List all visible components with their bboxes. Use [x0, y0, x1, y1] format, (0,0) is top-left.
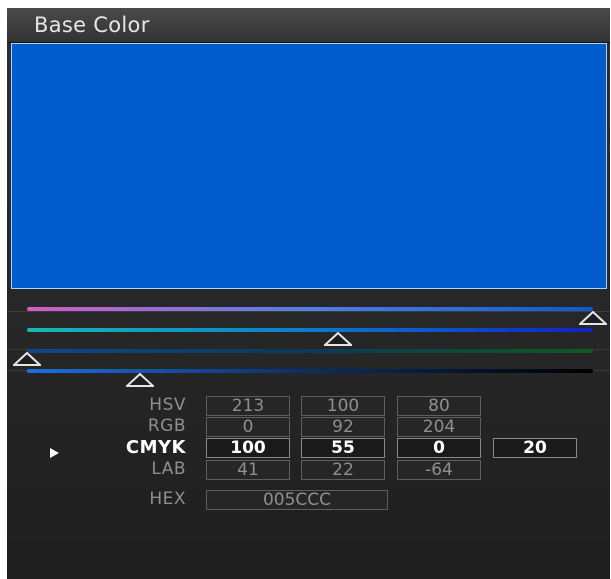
rgb-b-field[interactable]	[397, 417, 481, 437]
lab-a-field[interactable]	[301, 460, 385, 480]
slider-key-track[interactable]	[27, 369, 593, 373]
slider-key-thumb-icon[interactable]	[126, 373, 155, 387]
hsv-h-field[interactable]	[206, 396, 290, 416]
color-panel: Base Color HSV RGB	[7, 8, 610, 579]
hsv-v-field[interactable]	[397, 396, 481, 416]
hsv-label: HSV	[149, 395, 186, 415]
lab-l-field[interactable]	[206, 460, 290, 480]
panel-title: Base Color	[34, 13, 150, 37]
rgb-r-field[interactable]	[206, 417, 290, 437]
slider-saturation-track[interactable]	[27, 328, 593, 332]
lab-label: LAB	[151, 459, 186, 479]
slider-hue-track[interactable]	[27, 307, 593, 311]
play-triangle-icon	[50, 448, 59, 458]
cmyk-k-field[interactable]	[493, 438, 577, 458]
rgb-g-field[interactable]	[301, 417, 385, 437]
hsv-s-field[interactable]	[301, 396, 385, 416]
cmyk-y-field[interactable]	[397, 438, 481, 458]
panel-titlebar[interactable]: Base Color	[7, 8, 610, 43]
slider-hue-thumb-icon[interactable]	[579, 311, 607, 325]
hex-label: HEX	[149, 489, 186, 509]
slider-saturation-thumb-icon[interactable]	[324, 332, 353, 346]
cmyk-m-field[interactable]	[301, 438, 385, 458]
lab-b-field[interactable]	[397, 460, 481, 480]
rgb-label: RGB	[147, 416, 186, 436]
cmyk-c-field[interactable]	[206, 438, 290, 458]
slider-value-thumb-icon[interactable]	[13, 352, 41, 366]
hex-field[interactable]	[206, 490, 388, 510]
slider-guide-line	[7, 311, 610, 312]
slider-value-track[interactable]	[27, 349, 593, 353]
cmyk-label[interactable]: CMYK	[86, 437, 186, 458]
color-swatch[interactable]	[11, 43, 607, 289]
